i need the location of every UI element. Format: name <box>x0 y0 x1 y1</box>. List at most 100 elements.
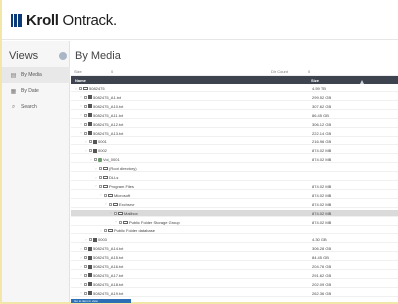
tree-row[interactable]: › 5082475_A11.txt 86.45 GB <box>71 112 398 119</box>
tree-row[interactable]: › Exchsrvr 874.02 MB <box>71 201 398 208</box>
tree-row[interactable]: › 5082475_A10.txt 307.62 GB <box>71 103 398 110</box>
expand-chevron-icon[interactable]: › <box>79 113 83 117</box>
main-panel: By Media Size 0 Dir Count 0 Name Size › 5… <box>71 41 398 303</box>
status-bar[interactable]: Go to item in view <box>71 299 131 303</box>
row-checkbox[interactable] <box>84 113 87 117</box>
tree-row[interactable]: › 5082475_A13.txt 222.14 GB <box>71 130 398 137</box>
column-header-name[interactable]: Name <box>75 78 86 83</box>
expand-chevron-icon[interactable]: › <box>99 229 103 233</box>
row-checkbox[interactable] <box>84 256 87 260</box>
row-checkbox[interactable] <box>104 193 107 197</box>
column-header-size[interactable]: Size <box>311 78 319 83</box>
grid-header: Name Size <box>71 76 398 84</box>
row-checkbox[interactable] <box>84 282 87 286</box>
expand-chevron-icon[interactable]: › <box>79 291 83 295</box>
row-name: Microsoft <box>114 192 131 198</box>
tree-cell: › 0003 <box>84 237 107 242</box>
row-checkbox[interactable] <box>114 211 117 215</box>
expand-chevron-icon[interactable]: › <box>104 202 108 206</box>
file-icon <box>93 237 97 242</box>
sidebar-item-by-media[interactable]: ▤ By Media <box>2 67 70 83</box>
row-checkbox[interactable] <box>84 104 87 108</box>
row-checkbox[interactable] <box>84 273 87 277</box>
calendar-icon: ▦ <box>10 88 17 95</box>
row-checkbox[interactable] <box>84 291 87 295</box>
vertical-scrollbar[interactable] <box>392 85 397 299</box>
expand-chevron-icon[interactable]: › <box>89 158 93 162</box>
page-title: By Media <box>75 50 121 62</box>
tree-grid[interactable]: › 5082475 4.59 TB › 5082475_A1.txt 299.52 GB ›… <box>71 85 398 299</box>
tree-row[interactable]: › Vol_0001 874.02 MB <box>71 156 398 164</box>
tree-row[interactable]: › 0001 216.96 GB <box>71 138 398 146</box>
tree-row[interactable]: › 5082475_A14.txt 306.28 GB <box>71 245 398 253</box>
views-sidebar: Views ▤ By Media ▦ By Date ⌕ Search <box>2 41 70 302</box>
expand-chevron-icon[interactable]: › <box>79 104 83 108</box>
tree-row[interactable]: › 5082475_A1.txt 299.52 GB <box>71 94 398 101</box>
expand-chevron-icon[interactable]: › <box>109 211 113 215</box>
row-checkbox[interactable] <box>104 229 107 233</box>
expand-chevron-icon[interactable]: › <box>79 122 83 126</box>
row-checkbox[interactable] <box>89 140 92 144</box>
row-name: 5082475_A14.txt <box>93 246 124 252</box>
tree-row[interactable]: › Program Files 874.02 MB <box>71 183 398 190</box>
expand-chevron-icon[interactable]: › <box>84 149 88 153</box>
row-checkbox[interactable] <box>94 158 97 162</box>
tree-cell: › Microsoft <box>99 193 130 198</box>
row-name: 5082475 <box>89 86 105 91</box>
row-checkbox[interactable] <box>84 95 87 99</box>
row-checkbox[interactable] <box>84 247 87 251</box>
expand-chevron-icon[interactable]: › <box>79 256 83 260</box>
expand-chevron-icon[interactable]: › <box>94 184 98 188</box>
tree-row[interactable]: › 5082475_A17.txt 291.62 GB <box>71 272 398 279</box>
tree-row[interactable]: › Mailbox 874.02 MB <box>71 209 398 217</box>
tree-row[interactable]: › 5082475_A15.txt 84.45 GB <box>71 254 398 262</box>
tree-row[interactable]: › 5082475 4.59 TB <box>71 85 398 92</box>
tree-row[interactable]: › 0003 4.30 GB <box>71 236 398 244</box>
expand-chevron-icon[interactable]: › <box>79 247 83 251</box>
tree-row[interactable]: › 0002 874.02 MB <box>71 147 398 155</box>
expand-chevron-icon[interactable]: › <box>79 265 83 269</box>
row-size: 874.02 MB <box>312 148 332 154</box>
row-checkbox[interactable] <box>99 184 102 188</box>
row-checkbox[interactable] <box>109 202 112 206</box>
tree-row[interactable]: › 5082475_A18.txt 202.09 GB <box>71 281 398 288</box>
tree-row[interactable]: › DLLs <box>71 174 398 181</box>
expand-chevron-icon[interactable]: › <box>79 95 83 99</box>
tree-row[interactable]: › 5082475_A12.txt 306.12 GB <box>71 121 398 128</box>
tree-row[interactable]: › Public Folder Storage Group 874.02 MB <box>71 219 398 226</box>
expand-chevron-icon[interactable]: › <box>99 193 103 197</box>
row-checkbox[interactable] <box>84 131 87 135</box>
row-checkbox[interactable] <box>84 265 87 268</box>
tree-row[interactable]: › 5082475_A19.txt 262.36 GB <box>71 290 398 297</box>
row-checkbox[interactable] <box>84 122 87 126</box>
sidebar-item-search[interactable]: ⌕ Search <box>2 99 70 115</box>
views-title: Views <box>9 50 39 62</box>
tree-row[interactable]: › Public Folder database <box>71 227 398 235</box>
tree-row[interactable]: › Microsoft 874.02 MB <box>71 192 398 199</box>
tree-cell: › 5082475_A12.txt <box>79 122 123 127</box>
expand-chevron-icon[interactable]: › <box>84 140 88 144</box>
sidebar-item-by-date[interactable]: ▦ By Date <box>2 83 70 99</box>
expand-chevron-icon[interactable]: › <box>74 87 78 91</box>
file-icon <box>88 255 92 260</box>
expand-chevron-icon[interactable]: › <box>79 273 83 277</box>
expand-chevron-icon[interactable]: › <box>114 220 118 224</box>
row-checkbox[interactable] <box>89 149 92 153</box>
expand-chevron-icon[interactable]: › <box>94 167 98 171</box>
tree-cell: › 0002 <box>84 148 107 153</box>
collapse-sidebar-icon[interactable] <box>59 52 67 60</box>
expand-chevron-icon[interactable]: › <box>84 238 88 242</box>
row-size: 291.62 GB <box>312 272 332 278</box>
row-checkbox[interactable] <box>89 238 92 242</box>
tree-row[interactable]: › (Root directory) <box>71 165 398 173</box>
expand-chevron-icon[interactable]: › <box>94 176 98 180</box>
tree-row[interactable]: › 5082475_A16.txt 204.76 GB <box>71 263 398 270</box>
row-checkbox[interactable] <box>79 87 82 90</box>
row-checkbox[interactable] <box>119 220 122 224</box>
tree-cell: › 5082475_A1.txt <box>79 95 121 100</box>
expand-chevron-icon[interactable]: › <box>79 282 83 286</box>
expand-chevron-icon[interactable]: › <box>79 131 83 135</box>
file-icon <box>88 273 92 278</box>
row-checkbox[interactable] <box>99 167 102 171</box>
row-checkbox[interactable] <box>99 176 102 179</box>
